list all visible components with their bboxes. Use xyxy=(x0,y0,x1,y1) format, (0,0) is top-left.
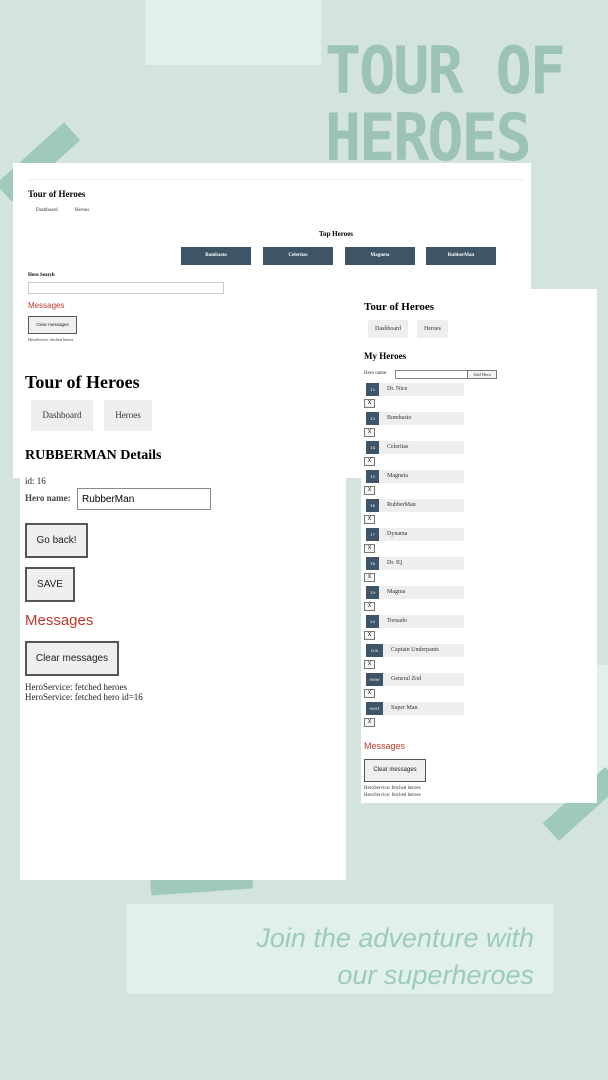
delete-hero-button[interactable]: X xyxy=(364,515,375,524)
add-hero-name-input[interactable] xyxy=(395,370,468,379)
tagline-line2: our superheroes xyxy=(337,960,534,990)
hero-id-badge: 9001 xyxy=(366,702,383,715)
hero-name-label: Hero name: xyxy=(25,493,71,503)
hero-id: id: 16 xyxy=(25,476,46,486)
hero-name: Dr. IQ xyxy=(387,560,403,566)
detail-log-line-2: HeroService: fetched hero id=16 xyxy=(25,692,143,702)
my-heroes-title: My Heroes xyxy=(364,351,407,361)
hero-name: Captain Underpants xyxy=(391,647,439,653)
delete-hero-button[interactable]: X xyxy=(364,602,375,611)
dashboard-clear-button[interactable]: Clear messages xyxy=(28,316,77,334)
hero-id-badge: 15 xyxy=(366,470,379,483)
hero-list-item[interactable]: 20 Tornado xyxy=(366,615,464,628)
dashboard-nav-dashboard[interactable]: Dashboard xyxy=(36,208,58,213)
top-hero-magneta[interactable]: Magneta xyxy=(345,247,415,265)
hero-list-item[interactable]: 9001 Super Man xyxy=(366,702,464,715)
hero-name: Bombasto xyxy=(387,415,412,421)
delete-hero-button[interactable]: X xyxy=(364,660,375,669)
hero-id-badge: 17 xyxy=(366,528,379,541)
dashboard-log-line: HeroService: fetched heroes xyxy=(28,337,74,342)
delete-hero-button[interactable]: X xyxy=(364,631,375,640)
heroes-nav-dashboard[interactable]: Dashboard xyxy=(368,320,408,338)
hero-list-item[interactable]: 12 Dr. Nice xyxy=(366,383,464,396)
dashboard-app-title: Tour of Heroes xyxy=(28,189,86,199)
tagline: Join the adventure with our superheroes xyxy=(130,920,534,994)
hero-id-badge: 9000 xyxy=(366,673,383,686)
hero-name: RubberMan xyxy=(387,502,416,508)
hero-list-item[interactable]: 18 Dr. IQ xyxy=(366,557,464,570)
heroes-app-title: Tour of Heroes xyxy=(364,301,435,313)
heroes-messages-title: Messages xyxy=(364,741,406,751)
hero-list-item[interactable]: 13 Bombasto xyxy=(366,412,464,425)
detail-nav-dashboard[interactable]: Dashboard xyxy=(31,400,93,431)
top-hero-bombasto[interactable]: Bombasto xyxy=(181,247,251,265)
detail-clear-button[interactable]: Clear messages xyxy=(25,641,119,676)
top-heroes-title: Top Heroes xyxy=(319,230,354,238)
tagline-line1: Join the adventure with xyxy=(256,923,534,953)
poster-title-line1: TOUR OF xyxy=(325,33,566,110)
heroes-nav-heroes[interactable]: Heroes xyxy=(417,320,448,338)
delete-hero-button[interactable]: X xyxy=(364,486,375,495)
hero-search-input[interactable] xyxy=(28,282,224,294)
hero-list-item[interactable]: 19 Magma xyxy=(366,586,464,599)
hero-name-input[interactable] xyxy=(77,488,211,510)
hero-list-item[interactable]: 16 RubberMan xyxy=(366,499,464,512)
hero-id-badge: 100 xyxy=(366,644,383,657)
heroes-log-line-2: HeroService: fetched heroes xyxy=(364,793,421,798)
delete-hero-button[interactable]: X xyxy=(364,428,375,437)
hero-list-item[interactable]: 14 Celeritas xyxy=(366,441,464,454)
hero-list-item[interactable]: 17 Dynama xyxy=(366,528,464,541)
delete-hero-button[interactable]: X xyxy=(364,544,375,553)
hero-name: Dynama xyxy=(387,531,408,537)
heroes-clear-button[interactable]: Clear messages xyxy=(364,759,426,782)
hero-name: Dr. Nice xyxy=(387,386,408,392)
top-hero-celeritas[interactable]: Celeritas xyxy=(263,247,333,265)
hero-id-badge: 14 xyxy=(366,441,379,454)
hero-id-badge: 20 xyxy=(366,615,379,628)
hero-id-badge: 13 xyxy=(366,412,379,425)
hero-name: Celeritas xyxy=(387,444,409,450)
dashboard-messages-title: Messages xyxy=(28,301,65,310)
top-rule xyxy=(28,179,524,180)
delete-hero-button[interactable]: X xyxy=(364,689,375,698)
details-title: RUBBERMAN Details xyxy=(25,448,162,463)
detail-log-line-1: HeroService: fetched heroes xyxy=(25,682,127,692)
hero-name: Tornado xyxy=(387,618,407,624)
delete-hero-button[interactable]: X xyxy=(364,399,375,408)
pale-right-strip xyxy=(597,665,608,775)
heroes-log-line-1: HeroService: fetched heroes xyxy=(364,786,421,791)
hero-name: Magneta xyxy=(387,473,408,479)
delete-hero-button[interactable]: X xyxy=(364,718,375,727)
add-hero-button[interactable]: Add Hero xyxy=(467,370,497,379)
detail-messages-title: Messages xyxy=(25,612,94,629)
add-hero-name-label: Hero name: xyxy=(364,371,388,376)
top-hero-rubberman[interactable]: RubberMan xyxy=(426,247,496,265)
dashboard-nav-heroes[interactable]: Heroes xyxy=(75,208,89,213)
hero-id-badge: 18 xyxy=(366,557,379,570)
poster-title-line2: HEROES xyxy=(325,100,532,177)
hero-id-badge: 16 xyxy=(366,499,379,512)
detail-nav-heroes[interactable]: Heroes xyxy=(104,400,152,431)
hero-search-label: Hero Search xyxy=(28,273,55,278)
pale-top-rectangle xyxy=(145,0,321,65)
hero-name: Magma xyxy=(387,589,406,595)
hero-id-badge: 19 xyxy=(366,586,379,599)
hero-name: Super Man xyxy=(391,705,418,711)
hero-list-item[interactable]: 15 Magneta xyxy=(366,470,464,483)
poster-title: TOUR OF HEROES xyxy=(325,38,595,172)
delete-hero-button[interactable]: X xyxy=(364,573,375,582)
detail-app-title: Tour of Heroes xyxy=(25,372,140,392)
go-back-button[interactable]: Go back! xyxy=(25,523,88,558)
heroes-screenshot xyxy=(361,289,597,803)
hero-id-badge: 12 xyxy=(366,383,379,396)
save-button[interactable]: SAVE xyxy=(25,567,75,602)
hero-list-item[interactable]: 9000 General Zod xyxy=(366,673,464,686)
hero-name: General Zod xyxy=(391,676,422,682)
delete-hero-button[interactable]: X xyxy=(364,457,375,466)
hero-list-item[interactable]: 100 Captain Underpants xyxy=(366,644,464,657)
